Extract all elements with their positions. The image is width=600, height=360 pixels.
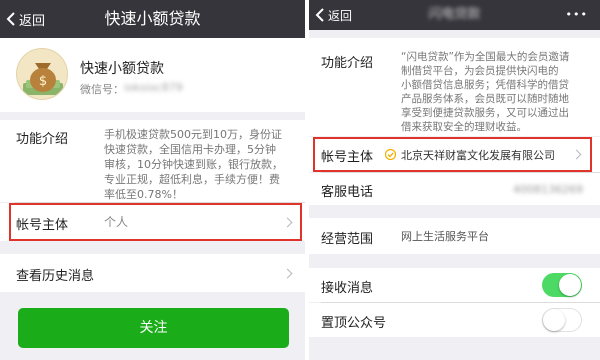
intro-text: 手机极速贷款500元到10万，身份证 快速贷款，全国信用卡办理，5分钟 审核，1… [104,127,300,202]
wechat-id-value: ioksioc879 [124,81,183,94]
history-label: 查看历史消息 [16,269,95,284]
svg-text:$: $ [39,74,47,89]
right-nav-bar: 返回 闪电贷款 ••• [309,0,600,30]
scope-value: 网上生活服务平台 [401,230,489,243]
highlight-box [313,137,592,172]
intro-line: “闪电贷款”作为全国最大的会员邀请 [401,51,570,63]
follow-button[interactable]: 关注 [18,308,289,348]
intro-line: 小额借贷信息服务；凭借科学的借贷 [401,79,569,91]
intro-line: 专业正规，超低利息，手续方便！费 [104,173,280,186]
service-label: 客服电话 [321,185,374,200]
toggle-knob [543,309,565,331]
left-nav-bar: 返回 快速小额贷款 [0,0,305,38]
receive-toggle[interactable] [542,273,582,297]
intro-line: 制借贷平台，为会员提供快闪电的 [401,65,559,77]
intro-line: 借来获取安全的理财收益。 [401,121,527,133]
wechat-id-label: 微信号： [80,83,124,96]
intro-line: 率低至0.78%！ [104,188,183,201]
account-avatar: $ [16,48,68,100]
right-phone-screen: 返回 闪电贷款 ••• 功能介绍 “闪电贷款”作为全国最大的会员邀请 制借贷平台… [309,0,600,360]
intro-label: 功能介绍 [16,132,69,147]
scope-label: 经营范围 [321,232,374,247]
highlight-box [9,203,302,241]
intro-line: 产品服务体系，会员既可以随时随地 [401,93,569,105]
money-bag-icon: $ [23,63,63,95]
pin-label: 置顶公众号 [321,316,387,331]
left-phone-screen: 返回 快速小额贷款 $ 快速小额贷款 微信号： ioksioc879 功能介绍 … [0,0,305,360]
wechat-id-row: 微信号： ioksioc879 [80,81,183,97]
right-intro-text: “闪电贷款”作为全国最大的会员邀请 制借贷平台，为会员提供快闪电的 小额借贷信息… [401,50,596,134]
left-page-title: 快速小额贷款 [104,9,201,28]
account-name: 快速小额贷款 [80,61,164,77]
service-value: 4008136269 [513,183,583,196]
intro-line: 享受到便捷贷款服务，又可以通过出 [401,107,569,119]
more-icon[interactable]: ••• [566,0,588,30]
intro-line: 手机极速贷款500元到10万，身份证 [104,128,282,141]
right-page-title: 闪电贷款 [428,7,481,22]
pin-toggle[interactable] [542,308,582,332]
intro-line: 快速贷款，全国信用卡办理，5分钟 [104,143,276,156]
receive-label: 接收消息 [321,281,374,296]
right-intro-label: 功能介绍 [321,56,374,71]
intro-line: 审核，10分钟快速到账，银行放款， [104,158,283,171]
toggle-knob [559,274,581,296]
